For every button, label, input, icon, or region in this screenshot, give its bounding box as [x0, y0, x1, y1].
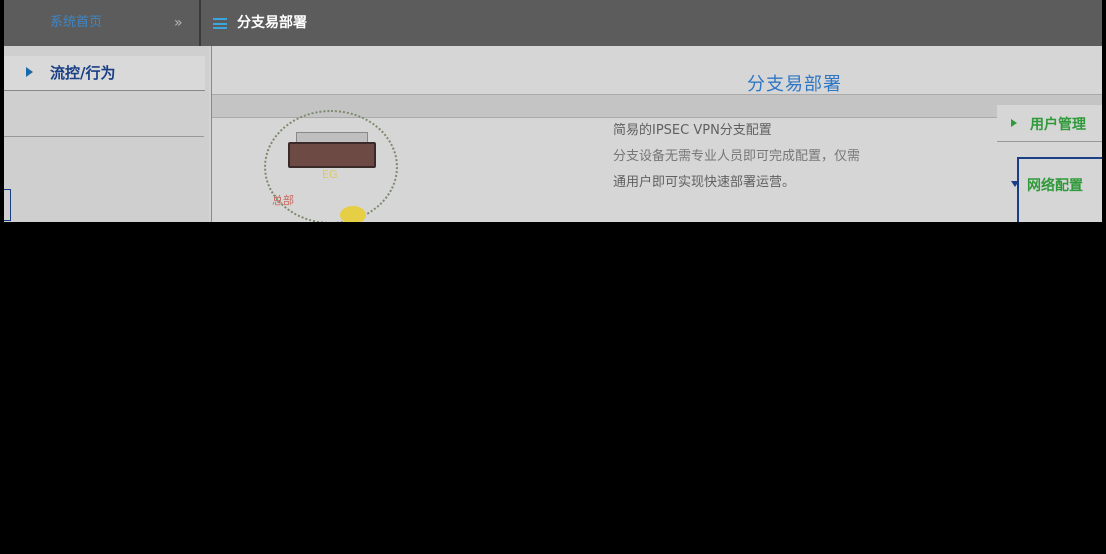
- top-bar: 系统首页 » 分支易部署: [4, 0, 1102, 46]
- menu-item-label: 网络配置: [1027, 178, 1083, 194]
- description-line: 分支设备无需专业人员即可完成配置，仅需: [613, 149, 861, 164]
- app-window: 系统首页 » 分支易部署 流控/行为 分支易部署 EG 总部 简易的IPSEC …: [4, 0, 1102, 222]
- caret-right-icon: [26, 67, 33, 77]
- branch-label: 总部: [272, 194, 294, 207]
- topology-illustration: EG 总部: [252, 108, 412, 222]
- caret-down-icon: [1011, 181, 1019, 187]
- main-content: 分支易部署 EG 总部 简易的IPSEC VPN分支配置 分支设备无需专业人员即…: [211, 46, 1102, 222]
- menu-icon[interactable]: [213, 18, 227, 29]
- sidebar-item-label: 流控/行为: [50, 64, 116, 82]
- device-label: EG: [322, 168, 338, 181]
- globe-icon: [340, 206, 366, 222]
- sidebar-item-flow-control[interactable]: 流控/行为: [4, 56, 205, 91]
- feature-description: 简易的IPSEC VPN分支配置 分支设备无需专业人员即可完成配置，仅需 通用户…: [613, 118, 1013, 196]
- right-menu: 用户管理 网络配置: [987, 83, 1102, 222]
- sidebar-item-marker: [4, 189, 11, 221]
- feature-headline: 分支易部署: [747, 74, 842, 95]
- divider: [4, 136, 204, 137]
- description-line: 简易的IPSEC VPN分支配置: [613, 123, 772, 138]
- home-link[interactable]: 系统首页: [4, 0, 194, 46]
- caret-right-icon: [1011, 119, 1017, 127]
- topbar-divider: [199, 0, 201, 46]
- menu-item-user-management[interactable]: 用户管理: [997, 105, 1102, 142]
- description-line: 通用户即可实现快速部署运营。: [613, 175, 796, 190]
- collapse-chevron-icon[interactable]: »: [174, 0, 183, 46]
- page-title: 分支易部署: [237, 15, 307, 31]
- menu-item-network-config[interactable]: 网络配置: [1011, 157, 1102, 222]
- menu-item-label: 用户管理: [1030, 117, 1086, 133]
- blank-area: [0, 222, 1106, 554]
- gateway-device-icon: [288, 142, 376, 168]
- left-sidebar: 流控/行为: [4, 46, 209, 222]
